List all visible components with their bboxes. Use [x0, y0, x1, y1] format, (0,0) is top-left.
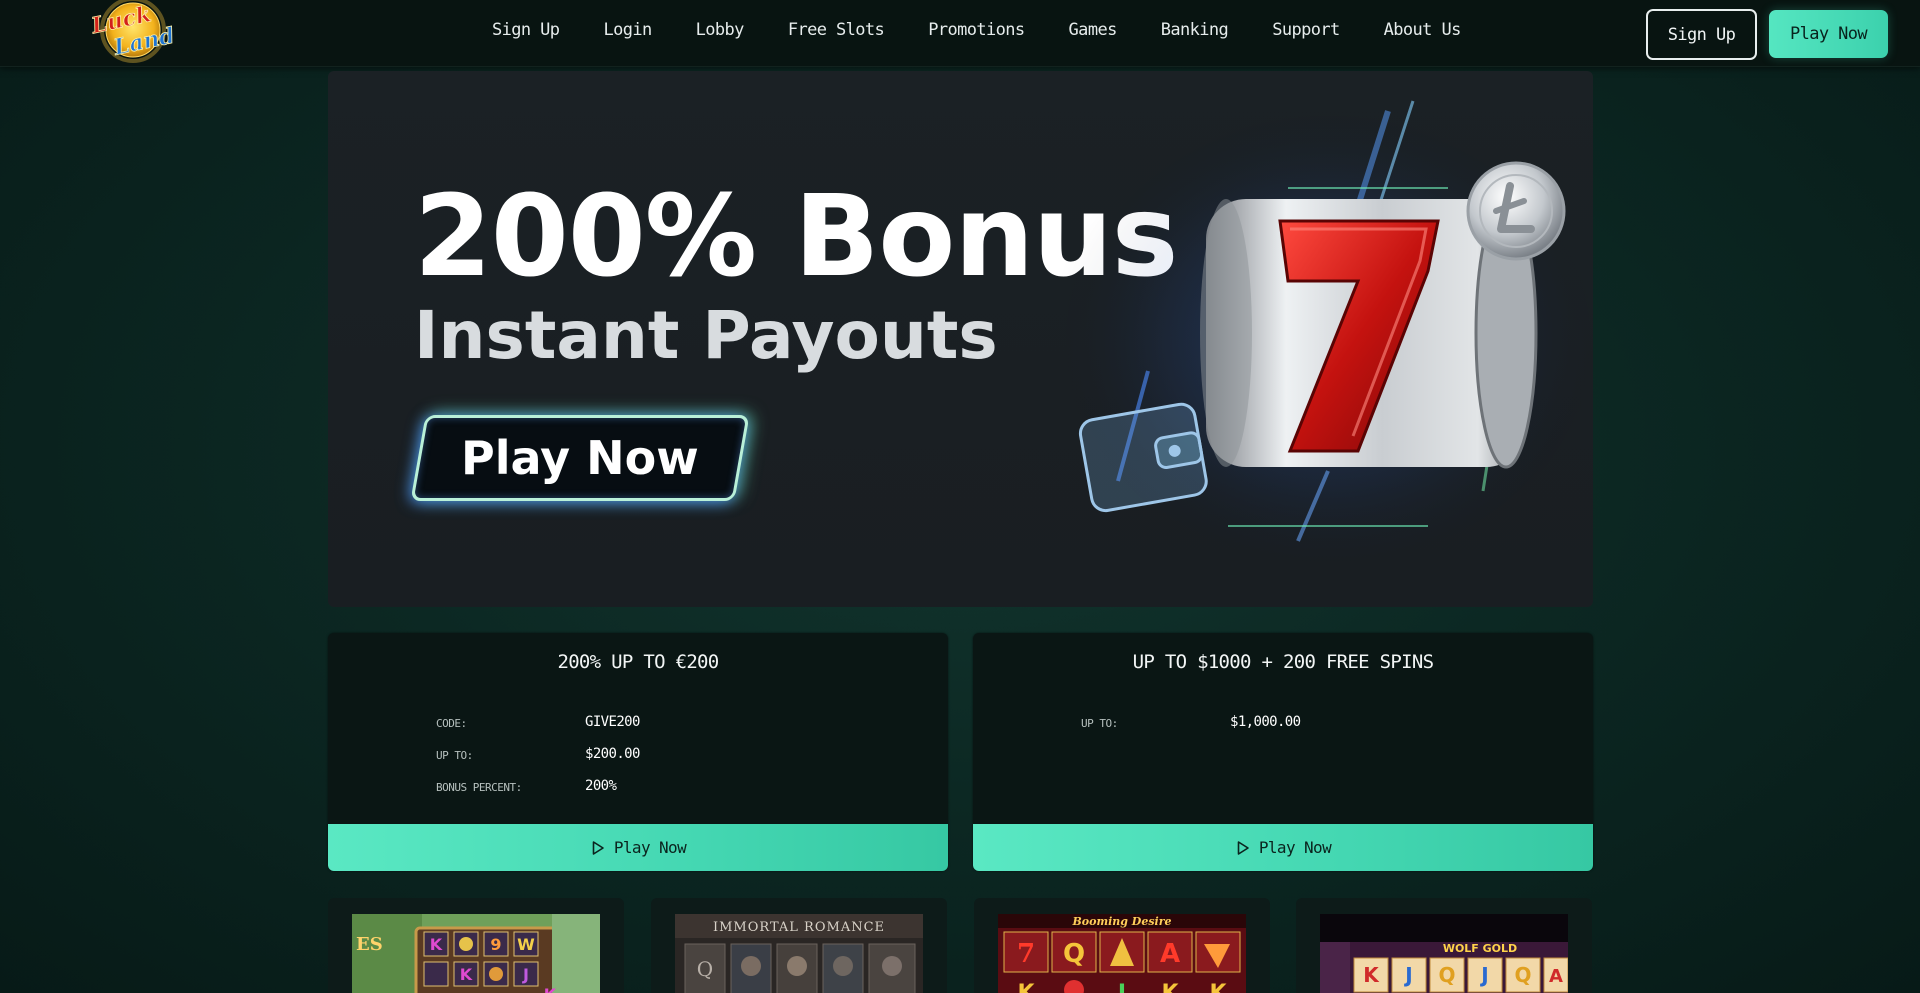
bonus-card: 200% UP TO €200 CODE: GIVE200 UP TO: $20… [328, 633, 948, 871]
slot-reel-seven-icon [1048, 100, 1593, 581]
bonus-row: UP TO: $200.00 [436, 745, 836, 765]
bonus-title: 200% UP TO €200 [557, 651, 719, 673]
main-nav: Sign Up Login Lobby Free Slots Promotion… [470, 0, 1483, 60]
hero-subtitle: Instant Payouts [414, 297, 998, 374]
game-tile[interactable]: WOLF GOLD K J Q J Q A [1296, 898, 1592, 993]
game-symbol: J [1116, 981, 1126, 993]
game-caption: IMMORTAL ROMANCE [713, 920, 885, 935]
nav-about-us[interactable]: About Us [1362, 0, 1483, 60]
bonus-play-now-label: Play Now [1258, 838, 1332, 857]
header-play-now-button[interactable]: Play Now [1769, 10, 1888, 58]
bonus-card: UP TO $1000 + 200 FREE SPINS UP TO: $1,0… [973, 633, 1593, 871]
game-symbol: 9 [490, 935, 501, 954]
bonus-key: UP TO: [436, 749, 473, 762]
nav-support[interactable]: Support [1250, 0, 1361, 60]
game-symbol: J [1479, 963, 1488, 987]
bonus-row: UP TO: $1,000.00 [1081, 713, 1481, 733]
bonus-title: UP TO $1000 + 200 FREE SPINS [1132, 651, 1434, 673]
nav-banking[interactable]: Banking [1139, 0, 1250, 60]
bonus-key: BONUS PERCENT: [436, 781, 522, 794]
bonus-value: $1,000.00 [1230, 714, 1301, 730]
game-symbol: J [522, 965, 529, 984]
game-symbol: K [1363, 963, 1380, 987]
game-symbol: A [1160, 939, 1180, 969]
header-sign-up-button[interactable]: Sign Up [1646, 9, 1757, 60]
bonus-play-now-label: Play Now [613, 838, 687, 857]
game-tile[interactable]: Booming Desire 7 Q A K J K K [974, 898, 1270, 993]
nav-sign-up[interactable]: Sign Up [470, 0, 581, 60]
game-symbol: Q [1438, 963, 1455, 987]
nav-login[interactable]: Login [581, 0, 673, 60]
game-thumbnail[interactable]: Booming Desire 7 Q A K J K K [998, 914, 1246, 993]
bonus-row: BONUS PERCENT: 200% [436, 777, 836, 797]
game-symbol: J [1403, 963, 1412, 987]
nav-free-slots[interactable]: Free Slots [766, 0, 906, 60]
game-thumbnail[interactable]: IMMORTAL ROMANCE Q [675, 914, 923, 993]
nav-lobby[interactable]: Lobby [674, 0, 766, 60]
play-icon [1237, 840, 1249, 855]
bonus-value: $200.00 [585, 746, 640, 762]
bonus-value: 200% [585, 778, 617, 794]
lucky-land-logo-icon: Luck Land [88, 0, 174, 63]
game-symbol: K [1209, 981, 1227, 993]
game-caption: WOLF GOLD [1443, 942, 1517, 955]
bonus-value: GIVE200 [585, 714, 640, 730]
game-symbol: W [517, 935, 535, 954]
hero-play-now-button[interactable]: Play Now [410, 415, 750, 501]
nav-promotions[interactable]: Promotions [906, 0, 1046, 60]
svg-text:K: K [460, 965, 473, 984]
game-thumbnail[interactable]: WOLF GOLD K J Q J Q A [1320, 914, 1568, 993]
bonus-play-now-button[interactable]: Play Now [328, 824, 948, 871]
game-caption: ES [356, 934, 383, 955]
game-symbol: A [1549, 966, 1563, 987]
game-symbol: Q [1063, 939, 1085, 969]
bonus-row: CODE: GIVE200 [436, 713, 836, 733]
bonus-play-now-button[interactable]: Play Now [973, 824, 1593, 871]
game-caption: Booming Desire [1071, 915, 1171, 928]
hero-banner: 200% Bonus Instant Payouts Play Now [328, 71, 1593, 607]
bonus-key: CODE: [436, 717, 467, 730]
game-tile[interactable]: ES K 9 W K J K [328, 898, 624, 993]
bonus-key: UP TO: [1081, 717, 1118, 730]
nav-games[interactable]: Games [1047, 0, 1139, 60]
site-header: Luck Land Sign Up Login Lobby Free Slots… [0, 0, 1920, 67]
game-tile[interactable]: IMMORTAL ROMANCE Q [651, 898, 947, 993]
game-thumbnail[interactable]: ES K 9 W K J K [352, 914, 600, 993]
game-symbol: K [1017, 981, 1035, 993]
game-symbol: Q [697, 957, 713, 981]
game-symbol: K [544, 985, 557, 993]
game-symbol: Q [1514, 963, 1531, 987]
play-icon [592, 840, 604, 855]
site-logo[interactable]: Luck Land [88, 0, 174, 64]
game-symbol: 7 [1017, 939, 1035, 969]
hero-play-now-label: Play Now [461, 431, 699, 485]
svg-text:K: K [1161, 981, 1179, 993]
game-symbol: K [430, 935, 443, 954]
